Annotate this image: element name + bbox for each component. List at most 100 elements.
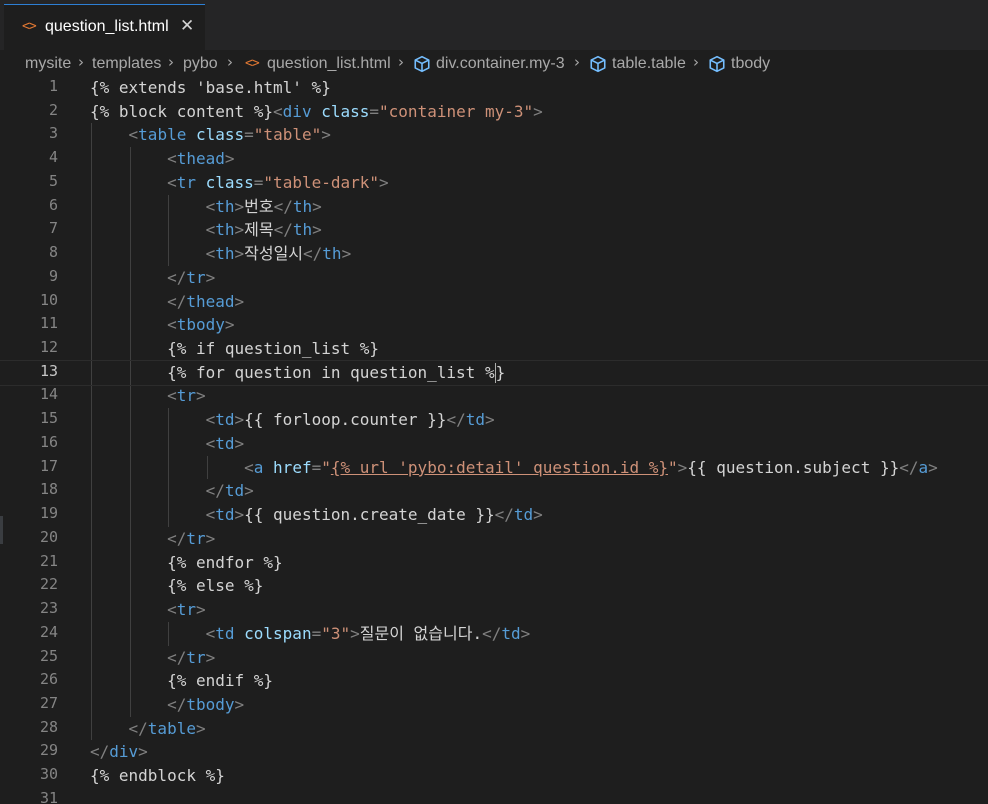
code-text: {% else %} bbox=[90, 576, 264, 596]
code-text: <tr> bbox=[167, 600, 206, 620]
code-line[interactable]: 8 <th>작성일시</th> bbox=[0, 242, 988, 266]
code-text: </tbody> bbox=[167, 694, 245, 714]
code-line[interactable]: 10 </thead> bbox=[0, 290, 988, 314]
code-text: <th>작성일시</th> bbox=[205, 244, 352, 264]
code-line[interactable]: 23 <tr> bbox=[0, 598, 988, 622]
code-line[interactable]: 6 <th>번호</th> bbox=[0, 195, 988, 219]
code-text: </thead> bbox=[167, 291, 245, 311]
code-line[interactable]: 18 </td> bbox=[0, 479, 988, 503]
code-line[interactable]: 21 {% endfor %} bbox=[0, 551, 988, 575]
code-text: {% if question_list %} bbox=[90, 339, 379, 359]
code-line[interactable]: 17 <a href="{% url 'pybo:detail' questio… bbox=[0, 456, 988, 480]
code-line[interactable]: 11 <tbody> bbox=[0, 313, 988, 337]
element-cube-icon bbox=[590, 55, 606, 73]
code-line[interactable]: 28 </table> bbox=[0, 717, 988, 741]
code-line[interactable]: 22 {% else %} bbox=[0, 574, 988, 598]
code-text: </tr> bbox=[167, 647, 216, 667]
code-text: </table> bbox=[128, 718, 206, 738]
line-number: 21 bbox=[39, 551, 58, 570]
line-number: 9 bbox=[48, 266, 58, 285]
line-number: 7 bbox=[48, 219, 58, 238]
code-text: <th>제목</th> bbox=[205, 220, 322, 240]
code-text: {% extends 'base.html' %} bbox=[90, 78, 331, 97]
code-line[interactable]: 7 <th>제목</th> bbox=[0, 218, 988, 242]
code-text: <td> bbox=[205, 433, 245, 453]
code-line[interactable]: 3 <table class="table"> bbox=[0, 123, 988, 147]
code-line[interactable]: 15 <td>{{ forloop.counter }}</td> bbox=[0, 408, 988, 432]
breadcrumb-item-tbody[interactable]: tbody bbox=[731, 55, 770, 73]
code-line[interactable]: 19 <td>{{ question.create_date }}</td> bbox=[0, 503, 988, 527]
code-text: <tr> bbox=[167, 386, 206, 406]
chevron-right-icon: › bbox=[693, 53, 699, 71]
code-line[interactable]: 27 </tbody> bbox=[0, 693, 988, 717]
code-text: </tr> bbox=[167, 528, 216, 548]
line-number: 1 bbox=[48, 78, 58, 95]
code-text: <th>번호</th> bbox=[205, 196, 322, 216]
code-line[interactable]: 30 {% endblock %} bbox=[0, 764, 988, 788]
chevron-right-icon: › bbox=[168, 53, 174, 71]
code-editor[interactable]: 1 {% extends 'base.html' %} 2 {% block cont… bbox=[0, 78, 988, 804]
line-number: 6 bbox=[48, 195, 58, 214]
line-number: 12 bbox=[39, 338, 58, 357]
text-cursor bbox=[494, 363, 496, 384]
line-number: 16 bbox=[39, 432, 58, 451]
element-cube-icon bbox=[709, 55, 725, 73]
code-editor-window: <> question_list.html ✕ mysite › templat… bbox=[0, 0, 988, 804]
tab-question-list-html[interactable]: <> question_list.html ✕ bbox=[4, 4, 205, 50]
code-line[interactable]: 5 <tr class="table-dark"> bbox=[0, 171, 988, 195]
code-line[interactable]: 16 <td> bbox=[0, 432, 988, 456]
code-text: </div> bbox=[90, 742, 148, 762]
chevron-right-icon: › bbox=[78, 53, 84, 71]
close-icon[interactable]: ✕ bbox=[180, 16, 194, 36]
line-number: 2 bbox=[48, 100, 58, 119]
line-number: 11 bbox=[39, 314, 58, 333]
breadcrumb-item-mysite[interactable]: mysite bbox=[25, 55, 71, 73]
code-text: <a href="{% url 'pybo:detail' question.i… bbox=[244, 457, 938, 477]
code-line[interactable]: 4 <thead> bbox=[0, 147, 988, 171]
element-cube-icon bbox=[414, 55, 430, 73]
breadcrumb-item-question-list-html[interactable]: question_list.html bbox=[267, 55, 391, 73]
code-text: {% endblock %} bbox=[90, 766, 225, 786]
breadcrumb-item-div-container[interactable]: div.container.my-3 bbox=[436, 55, 565, 73]
line-number: 17 bbox=[39, 456, 58, 475]
code-line[interactable]: 26 {% endif %} bbox=[0, 669, 988, 693]
line-number: 29 bbox=[39, 741, 58, 760]
chevron-right-icon: › bbox=[227, 53, 233, 71]
html-file-icon: <> bbox=[22, 19, 37, 34]
code-text: {% endfor %} bbox=[90, 552, 283, 572]
code-text: </td> bbox=[205, 481, 254, 501]
code-line[interactable]: 29 </div> bbox=[0, 740, 988, 764]
line-number: 26 bbox=[39, 670, 58, 689]
code-line[interactable]: 2 {% block content %}<div class="containe… bbox=[0, 100, 988, 124]
code-text: {% block content %}<div class="container… bbox=[90, 101, 543, 121]
breadcrumb-item-pybo[interactable]: pybo bbox=[183, 55, 218, 73]
code-line[interactable]: 12 {% if question_list %} bbox=[0, 337, 988, 361]
code-line[interactable]: 14 <tr> bbox=[0, 384, 988, 408]
tab-label: question_list.html bbox=[45, 18, 169, 35]
chevron-right-icon: › bbox=[398, 53, 404, 71]
code-text: <td>{{ question.create_date }}</td> bbox=[205, 505, 543, 525]
code-line[interactable]: 25 </tr> bbox=[0, 646, 988, 670]
line-number: 30 bbox=[39, 765, 58, 784]
breadcrumb-item-table[interactable]: table.table bbox=[612, 55, 686, 73]
code-line[interactable]: 13 {% for question in question_list %} bbox=[0, 359, 988, 386]
code-line[interactable]: 31 bbox=[0, 788, 988, 804]
line-number: 5 bbox=[48, 171, 58, 190]
line-number: 24 bbox=[39, 622, 58, 641]
breadcrumb-item-templates[interactable]: templates bbox=[92, 55, 161, 73]
chevron-right-icon: › bbox=[574, 53, 580, 71]
code-line[interactable]: 24 <td colspan="3">질문이 없습니다.</td> bbox=[0, 622, 988, 646]
line-number: 31 bbox=[39, 788, 58, 804]
code-text: <table class="table"> bbox=[128, 125, 331, 145]
code-text: </tr> bbox=[167, 267, 216, 287]
code-line[interactable]: 1 {% extends 'base.html' %} bbox=[0, 78, 988, 100]
line-number: 15 bbox=[39, 409, 58, 428]
line-number: 25 bbox=[39, 646, 58, 665]
line-number: 4 bbox=[48, 148, 58, 167]
tab-bar: <> question_list.html ✕ bbox=[0, 0, 988, 50]
code-line[interactable]: 9 </tr> bbox=[0, 266, 988, 290]
code-text: <td>{{ forloop.counter }}</td> bbox=[205, 410, 495, 430]
line-number: 22 bbox=[39, 575, 58, 594]
code-text: <td colspan="3">질문이 없습니다.</td> bbox=[205, 623, 531, 643]
code-line[interactable]: 20 </tr> bbox=[0, 527, 988, 551]
